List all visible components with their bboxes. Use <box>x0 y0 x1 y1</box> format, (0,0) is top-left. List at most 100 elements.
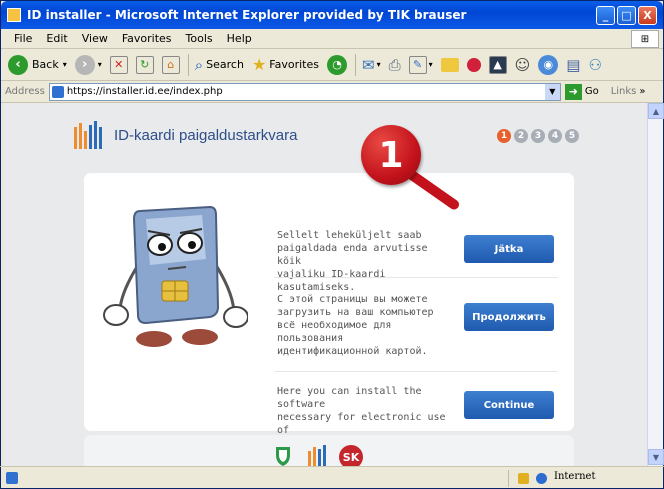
discuss-button[interactable]: ◉ <box>535 52 561 78</box>
status-bar: Internet <box>0 466 664 489</box>
page-favicon-icon <box>51 85 64 98</box>
dropdown-arrow-icon: ▾ <box>97 60 102 69</box>
favorites-button[interactable]: ★ Favorites <box>249 52 322 78</box>
menu-file[interactable]: File <box>7 32 39 45</box>
search-button[interactable]: ⌕ Search <box>192 52 247 78</box>
msn-button[interactable]: ⚇ <box>585 52 604 78</box>
back-button[interactable]: ‹ Back ▾ <box>5 52 70 78</box>
scroll-down-icon[interactable]: ▼ <box>648 449 664 465</box>
address-label: Address <box>5 86 45 97</box>
step-callout-badge: 1 <box>361 125 421 185</box>
scroll-up-icon[interactable]: ▲ <box>648 103 664 119</box>
menu-help[interactable]: Help <box>220 32 259 45</box>
prodolzhit-button[interactable]: Продолжить <box>464 303 554 331</box>
toolbar: ‹ Back ▾ › ▾ ✕ ↻ ⌂ ⌕ Search ★ Favorites … <box>1 49 663 81</box>
menu-favorites[interactable]: Favorites <box>115 32 179 45</box>
step-2: 2 <box>514 129 528 143</box>
dropdown-arrow-icon: ▾ <box>428 60 433 69</box>
back-arrow-icon: ‹ <box>8 54 28 75</box>
menu-edit[interactable]: Edit <box>39 32 74 45</box>
ie-app-icon <box>7 8 21 22</box>
edit-icon: ✎ <box>408 55 427 74</box>
step-4: 4 <box>548 129 562 143</box>
forward-button[interactable]: › ▾ <box>72 52 105 78</box>
globe-icon: ◉ <box>538 54 559 75</box>
step-1: 1 <box>497 129 511 143</box>
record-button[interactable] <box>464 52 484 78</box>
russian-text: С этой страницы вы можете загрузить на в… <box>277 294 434 357</box>
folder-button[interactable] <box>438 52 462 78</box>
maximize-button[interactable]: □ <box>617 5 636 25</box>
id-logo-icon <box>74 121 102 149</box>
history-icon: ◔ <box>327 54 347 75</box>
research-button[interactable]: ▤ <box>563 52 583 78</box>
dropdown-arrow-icon: ▾ <box>62 60 67 69</box>
windows-logo-icon: ⊞ <box>631 30 659 48</box>
title-bar[interactable]: ID installer - Microsoft Internet Explor… <box>1 1 663 29</box>
id-logo: ID-kaardi paigaldustarkvara <box>74 121 297 149</box>
address-bar: Address https://installer.id.ee/index.ph… <box>1 81 663 103</box>
home-button[interactable]: ⌂ <box>159 52 183 78</box>
print-button[interactable]: ⎙ <box>386 52 404 78</box>
jatka-button[interactable]: Jätka <box>464 235 554 263</box>
search-icon: ⌕ <box>194 55 204 74</box>
favorites-label: Favorites <box>269 58 319 71</box>
status-divider <box>508 470 509 487</box>
mail-button[interactable]: ✉ ▾ <box>359 52 384 78</box>
sk-logo-icon: SK <box>339 445 363 466</box>
step-5: 5 <box>565 129 579 143</box>
links-label[interactable]: Links <box>611 86 637 97</box>
estonian-crest-icon <box>276 447 290 466</box>
minimize-button[interactable]: _ <box>596 5 615 25</box>
vertical-scrollbar[interactable]: ▲ ▼ <box>647 103 664 466</box>
address-input[interactable]: https://installer.id.ee/index.php ▼ <box>48 82 561 101</box>
language-panel: Sellelt leheküljelt saab paigaldada enda… <box>84 173 574 449</box>
messenger-button[interactable]: ☺ <box>512 52 534 78</box>
step-indicator: 1 2 3 4 5 <box>497 129 579 143</box>
dropdown-arrow-icon: ▾ <box>376 60 381 69</box>
menu-bar: File Edit View Favorites Tools Help ⊞ <box>1 29 663 49</box>
step-3: 3 <box>531 129 545 143</box>
page-content: ID-kaardi paigaldustarkvara 1 2 3 4 5 Se… <box>4 103 647 466</box>
close-button[interactable]: X <box>638 5 657 25</box>
refresh-button[interactable]: ↻ <box>133 52 157 78</box>
menu-view[interactable]: View <box>75 32 115 45</box>
refresh-icon: ↻ <box>135 55 154 74</box>
internet-zone-icon <box>536 473 547 484</box>
window-title: ID installer - Microsoft Internet Explor… <box>27 8 467 22</box>
history-button[interactable]: ◔ <box>324 52 350 78</box>
print-icon: ⎙ <box>388 55 401 74</box>
back-label: Back <box>32 58 59 71</box>
address-dropdown-icon[interactable]: ▼ <box>544 83 560 100</box>
search-label: Search <box>206 58 244 71</box>
people-icon: ⚇ <box>588 55 602 74</box>
id-logo-small-icon <box>308 445 326 466</box>
estonian-text: Sellelt leheküljelt saab paigaldada enda… <box>277 230 428 293</box>
mail-icon: ✉ <box>362 55 375 74</box>
home-icon: ⌂ <box>161 55 180 74</box>
messenger-icon: ☺ <box>514 55 531 74</box>
edit-button[interactable]: ✎ ▾ <box>406 52 436 78</box>
links-chevron-icon[interactable]: » <box>639 86 645 97</box>
folder-icon <box>440 57 459 72</box>
go-arrow-icon: ➜ <box>564 83 582 100</box>
books-icon: ▤ <box>566 55 581 74</box>
lock-icon <box>518 473 529 484</box>
toolbar-separator <box>187 53 189 76</box>
star-icon: ★ <box>251 55 267 74</box>
status-page-icon <box>6 472 18 484</box>
forward-arrow-icon: › <box>74 54 95 75</box>
stop-button[interactable]: ✕ <box>107 52 131 78</box>
divider <box>274 371 558 372</box>
address-url: https://installer.id.ee/index.php <box>66 86 223 97</box>
divider <box>274 277 558 278</box>
image-button[interactable]: ▲ <box>486 52 510 78</box>
stop-icon: ✕ <box>109 55 128 74</box>
id-card-mascot-icon <box>103 205 248 347</box>
menu-tools[interactable]: Tools <box>179 32 220 45</box>
go-button[interactable]: ➜ Go <box>564 83 599 100</box>
go-label: Go <box>584 86 599 97</box>
footer-panel <box>84 435 574 466</box>
zone-label: Internet <box>554 471 596 482</box>
continue-button[interactable]: Continue <box>464 391 554 419</box>
